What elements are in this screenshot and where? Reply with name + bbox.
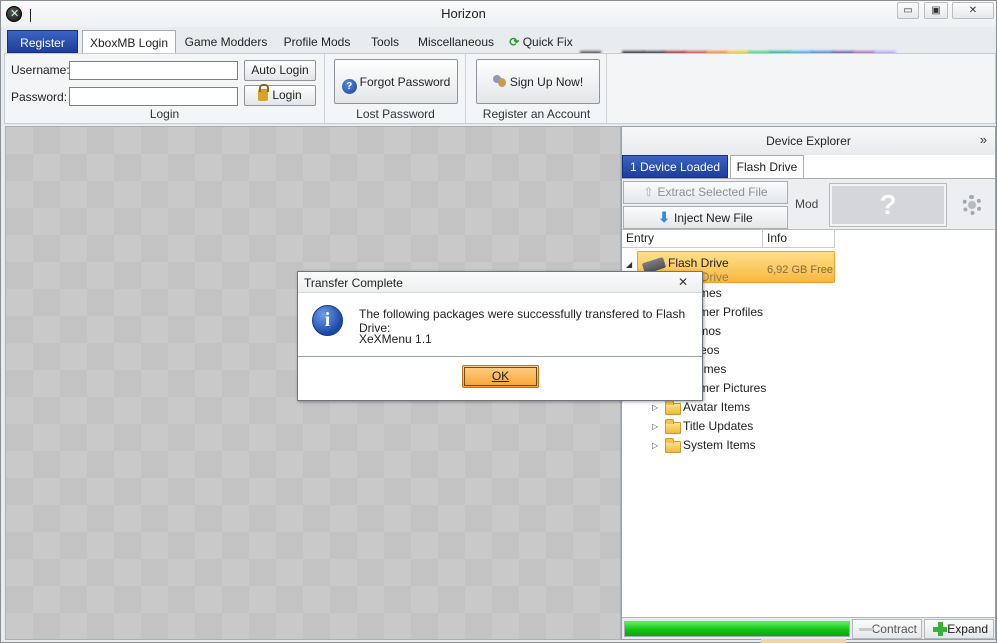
arrow-up-icon: ⇧ — [643, 185, 654, 199]
column-header-entry[interactable]: Entry — [622, 230, 763, 248]
main-tab-bar: Register XboxMB Login Game Modders Profi… — [1, 27, 996, 60]
device-explorer-title: Device Explorer — [766, 134, 851, 148]
tab-quick-fix-label: Quick Fix — [522, 35, 573, 49]
expand-label: Expand — [947, 622, 988, 636]
lost-password-caption: Lost Password — [356, 107, 435, 121]
tree-item-label[interactable]: Avatar Items — [683, 400, 750, 414]
arrow-down-icon: ⬇ — [658, 209, 671, 225]
minimize-button[interactable]: ▭ — [897, 2, 919, 19]
tree-expander-icon[interactable]: ▷ — [652, 403, 658, 412]
tab-game-modders[interactable]: Game Modders — [182, 30, 270, 53]
login-group-caption: Login — [149, 107, 180, 121]
lock-icon — [258, 84, 270, 101]
register-account-caption: Register an Account — [482, 107, 591, 121]
column-header-info[interactable]: Info — [763, 230, 835, 248]
password-input[interactable] — [69, 87, 238, 106]
mod-label: Mod — [795, 197, 819, 211]
close-window-button[interactable]: ✕ — [952, 2, 994, 19]
tab-quick-fix[interactable]: ⟳ Quick Fix — [507, 30, 575, 53]
tab-register[interactable]: Register — [7, 30, 78, 53]
sign-up-content: Sign Up Now! — [477, 75, 599, 89]
folder-icon — [665, 400, 681, 415]
device-explorer-footer: Contract Expand — [622, 617, 995, 639]
plus-icon — [933, 622, 947, 636]
device-explorer-header: Device Explorer » — [622, 127, 995, 155]
ok-button[interactable]: OK — [462, 365, 539, 388]
extract-selected-file-button[interactable]: ⇧ Extract Selected File — [623, 181, 788, 204]
device-free-space: 6,92 GB Free — [767, 264, 834, 276]
info-icon: i — [312, 305, 343, 336]
expand-button[interactable]: Expand — [924, 619, 994, 639]
tree-expander-icon[interactable]: ▷ — [652, 441, 658, 450]
dialog-separator — [298, 356, 702, 357]
window-title: Horizon — [441, 6, 486, 21]
sign-up-label: Sign Up Now! — [509, 75, 584, 89]
mod-preview[interactable]: ? — [829, 183, 947, 227]
device-toolbar: ⇧ Extract Selected File ⬇ Inject New File … — [622, 178, 995, 230]
folder-icon — [665, 438, 681, 453]
tree-expander-icon[interactable]: ▷ — [652, 422, 658, 431]
ribbon: Username: Auto Login Password: Login Log… — [4, 53, 996, 124]
forgot-password-button[interactable]: ? Forgot Password — [334, 59, 458, 104]
refresh-icon: ⟳ — [509, 35, 520, 49]
contract-button[interactable]: Contract — [852, 619, 922, 639]
dialog-message: The following packages were successfully… — [359, 307, 686, 335]
transfer-progress-fill — [625, 622, 849, 636]
login-group: Username: Auto Login Password: Login Log… — [5, 54, 325, 123]
tab-tools[interactable]: Tools — [365, 30, 405, 53]
dialog-title-bar: Transfer Complete ✕ — [298, 272, 702, 293]
username-label: Username: — [11, 63, 70, 77]
login-button-label: Login — [272, 88, 302, 102]
maximize-button[interactable]: ▣ — [924, 2, 948, 19]
collapse-panel-icon[interactable]: » — [980, 133, 987, 147]
tree-item-label[interactable]: Title Updates — [683, 419, 753, 433]
auto-login-button[interactable]: Auto Login — [244, 60, 316, 81]
help-icon: ? — [341, 79, 357, 94]
title-bar: Horizon ▭ ▣ ✕ — [1, 1, 996, 27]
app-window: Horizon ▭ ▣ ✕ Register XboxMB Login Game… — [0, 0, 997, 643]
tab-xboxmb-login[interactable]: XboxMB Login — [82, 30, 176, 54]
tree-item-label[interactable]: System Items — [683, 438, 756, 452]
register-account-group: Sign Up Now! Register an Account — [467, 54, 607, 123]
inject-new-file-button[interactable]: ⬇ Inject New File — [623, 206, 788, 229]
forgot-password-content: ? Forgot Password — [335, 75, 457, 94]
tab-miscellaneous[interactable]: Miscellaneous — [415, 30, 497, 53]
tab-profile-mods[interactable]: Profile Mods — [281, 30, 353, 53]
transfer-progress-bar — [624, 621, 850, 637]
sign-up-button[interactable]: Sign Up Now! — [476, 59, 600, 104]
forgot-password-label: Forgot Password — [359, 75, 451, 89]
inject-label: Inject New File — [674, 211, 753, 225]
tree-expanded-icon[interactable]: ◢ — [626, 260, 632, 269]
dialog-title: Transfer Complete — [304, 276, 403, 290]
tab-flash-drive[interactable]: Flash Drive — [730, 155, 804, 178]
extract-label: Extract Selected File — [657, 185, 768, 199]
username-input[interactable] — [69, 61, 238, 80]
password-label: Password: — [11, 90, 68, 104]
login-button[interactable]: Login — [244, 84, 316, 106]
dialog-close-icon[interactable]: ✕ — [678, 275, 688, 289]
transfer-complete-dialog: Transfer Complete ✕ i The following pack… — [297, 271, 703, 401]
dialog-package-name: XeXMenu 1.1 — [359, 332, 432, 346]
users-icon — [492, 75, 507, 88]
status-strip — [761, 639, 846, 643]
lost-password-group: ? Forgot Password Lost Password — [326, 54, 466, 123]
gear-icon[interactable] — [962, 195, 982, 215]
tab-devices-loaded[interactable]: 1 Device Loaded — [622, 155, 728, 178]
folder-icon — [665, 419, 681, 434]
